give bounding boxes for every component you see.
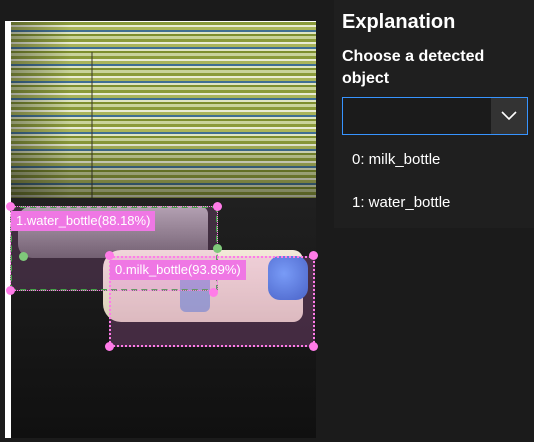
explanation-panel: Explanation Choose a detected object 0: …	[334, 0, 534, 228]
resize-handle[interactable]	[309, 342, 318, 351]
resize-handle[interactable]	[309, 251, 318, 260]
object-dropdown-input[interactable]	[343, 98, 491, 134]
dropdown-label: Choose a detected object	[342, 48, 485, 87]
resize-handle[interactable]	[213, 244, 222, 253]
option-milk-bottle[interactable]: 0: milk_bottle	[342, 140, 532, 180]
rug-fade	[11, 137, 316, 198]
detection-label-water-bottle: 1.water_bottle(88.18%)	[11, 211, 156, 231]
detection-label-milk-bottle: 0.milk_bottle(93.89%)	[110, 260, 246, 280]
option-water-bottle[interactable]: 1: water_bottle	[342, 180, 532, 226]
resize-handle[interactable]	[6, 286, 15, 295]
resize-handle[interactable]	[105, 251, 114, 260]
dropdown-toggle-button[interactable]	[491, 98, 527, 134]
chevron-down-icon	[501, 111, 517, 121]
resize-handle[interactable]	[213, 202, 222, 211]
resize-handle[interactable]	[6, 202, 15, 211]
panel-title: Explanation	[342, 11, 456, 33]
resize-handle[interactable]	[209, 288, 218, 297]
dropdown-options: 0: milk_bottle 1: water_bottle	[342, 140, 532, 226]
resize-handle[interactable]	[105, 342, 114, 351]
object-dropdown[interactable]	[342, 97, 528, 135]
resize-handle[interactable]	[19, 252, 28, 261]
